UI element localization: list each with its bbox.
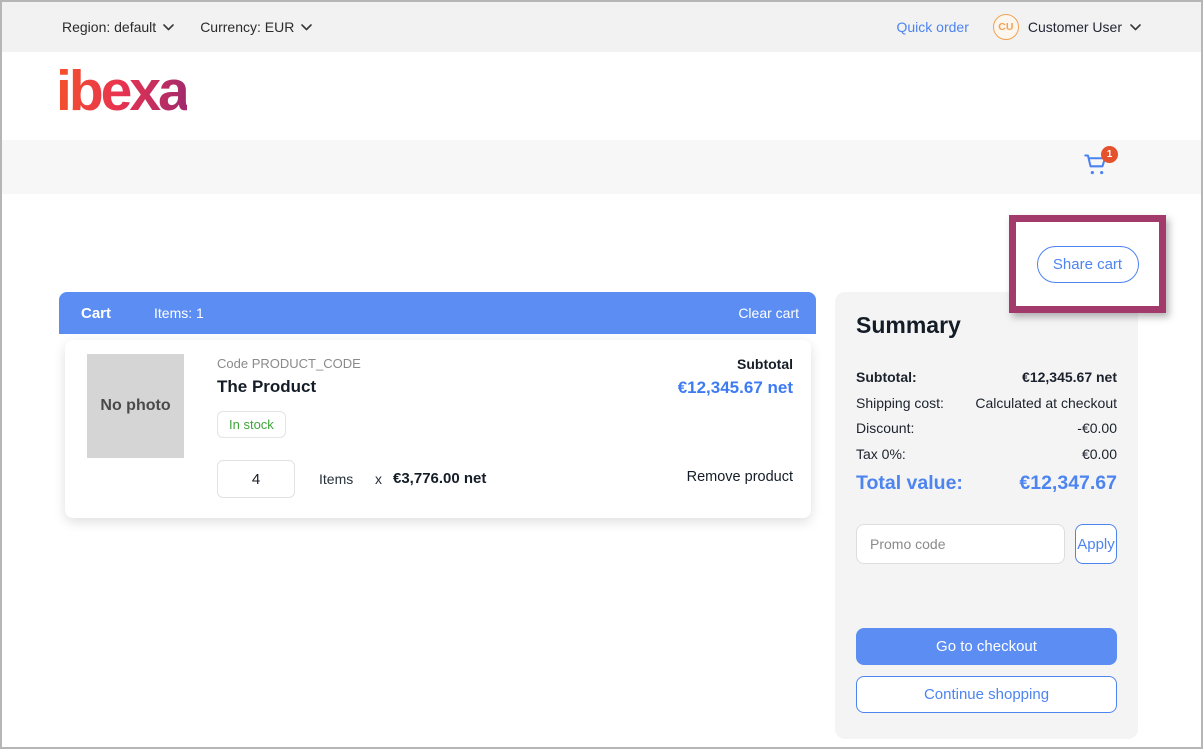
summary-panel: Summary Subtotal: €12,345.67 net Shippin… bbox=[835, 292, 1138, 739]
chevron-down-icon bbox=[1130, 24, 1141, 31]
summary-row-label: Shipping cost: bbox=[856, 391, 944, 417]
summary-row-shipping: Shipping cost: Calculated at checkout bbox=[856, 391, 1117, 417]
summary-row-label: Subtotal: bbox=[856, 365, 917, 391]
apply-promo-button[interactable]: Apply bbox=[1075, 524, 1117, 564]
total-value-amount: €12,347.67 bbox=[1019, 472, 1117, 495]
quick-order-link[interactable]: Quick order bbox=[897, 19, 969, 35]
product-subtotal-label: Subtotal bbox=[737, 356, 793, 372]
topbar: Region: default Currency: EUR Quick orde… bbox=[2, 2, 1201, 52]
summary-row-label: Discount: bbox=[856, 416, 914, 442]
cart-page: Region: default Currency: EUR Quick orde… bbox=[0, 0, 1203, 749]
total-value-label: Total value: bbox=[856, 472, 963, 495]
promo-row: Apply bbox=[856, 524, 1117, 564]
remove-product-button[interactable]: Remove product bbox=[687, 469, 793, 485]
summary-row-value: €0.00 bbox=[1082, 442, 1117, 468]
summary-row-discount: Discount: -€0.00 bbox=[856, 416, 1117, 442]
summary-title: Summary bbox=[856, 312, 1117, 339]
topbar-left: Region: default Currency: EUR bbox=[62, 19, 338, 35]
cart-icon bbox=[1083, 166, 1110, 181]
summary-row-tax: Tax 0%: €0.00 bbox=[856, 442, 1117, 468]
user-name: Customer User bbox=[1028, 19, 1122, 35]
product-subtotal-value: €12,345.67 net bbox=[678, 378, 793, 398]
topbar-right: Quick order CU Customer User bbox=[897, 14, 1142, 40]
chevron-down-icon bbox=[301, 24, 312, 31]
total-value-row: Total value: €12,347.67 bbox=[856, 472, 1117, 495]
go-to-checkout-button[interactable]: Go to checkout bbox=[856, 628, 1117, 665]
summary-row-value: -€0.00 bbox=[1077, 416, 1117, 442]
promo-code-input[interactable] bbox=[856, 524, 1065, 564]
summary-row-value: Calculated at checkout bbox=[975, 391, 1117, 417]
summary-row-subtotal: Subtotal: €12,345.67 net bbox=[856, 365, 1117, 391]
currency-dropdown[interactable]: Currency: EUR bbox=[200, 19, 312, 35]
quantity-unit-label: Items bbox=[319, 471, 353, 487]
clear-cart-button[interactable]: Clear cart bbox=[738, 305, 799, 321]
summary-row-value: €12,345.67 net bbox=[1022, 365, 1117, 391]
region-dropdown[interactable]: Region: default bbox=[62, 19, 174, 35]
unit-price: €3,776.00 net bbox=[393, 470, 486, 487]
cart-title: Cart bbox=[81, 305, 111, 322]
avatar[interactable]: CU bbox=[993, 14, 1019, 40]
share-cart-button[interactable]: Share cart bbox=[1037, 246, 1139, 283]
user-menu[interactable]: Customer User bbox=[1028, 19, 1141, 35]
multiplier-label: x bbox=[375, 471, 382, 487]
stock-badge: In stock bbox=[217, 411, 286, 438]
ibexa-logo[interactable]: ibexa bbox=[56, 60, 187, 123]
product-code: Code PRODUCT_CODE bbox=[217, 356, 361, 371]
chevron-down-icon bbox=[163, 24, 174, 31]
region-label: Region: default bbox=[62, 19, 156, 35]
cart-icon-button[interactable]: 1 bbox=[1081, 151, 1111, 181]
cart-items-count: Items: 1 bbox=[154, 305, 204, 321]
product-photo-placeholder: No photo bbox=[87, 354, 184, 458]
shop-navbar: 1 bbox=[2, 140, 1201, 194]
cart-panel-header: Cart Items: 1 Clear cart bbox=[59, 292, 816, 334]
product-card: No photo Code PRODUCT_CODE The Product I… bbox=[65, 340, 811, 518]
cart-badge: 1 bbox=[1101, 146, 1118, 163]
continue-shopping-button[interactable]: Continue shopping bbox=[856, 676, 1117, 713]
product-name: The Product bbox=[217, 377, 316, 397]
logo-section: ibexa bbox=[2, 52, 1201, 140]
quantity-input[interactable] bbox=[217, 460, 295, 498]
summary-rows: Subtotal: €12,345.67 net Shipping cost: … bbox=[856, 365, 1117, 467]
currency-label: Currency: EUR bbox=[200, 19, 294, 35]
no-photo-label: No photo bbox=[100, 397, 170, 415]
annotation-highlight-box: Share cart bbox=[1009, 215, 1166, 313]
summary-row-label: Tax 0%: bbox=[856, 442, 906, 468]
